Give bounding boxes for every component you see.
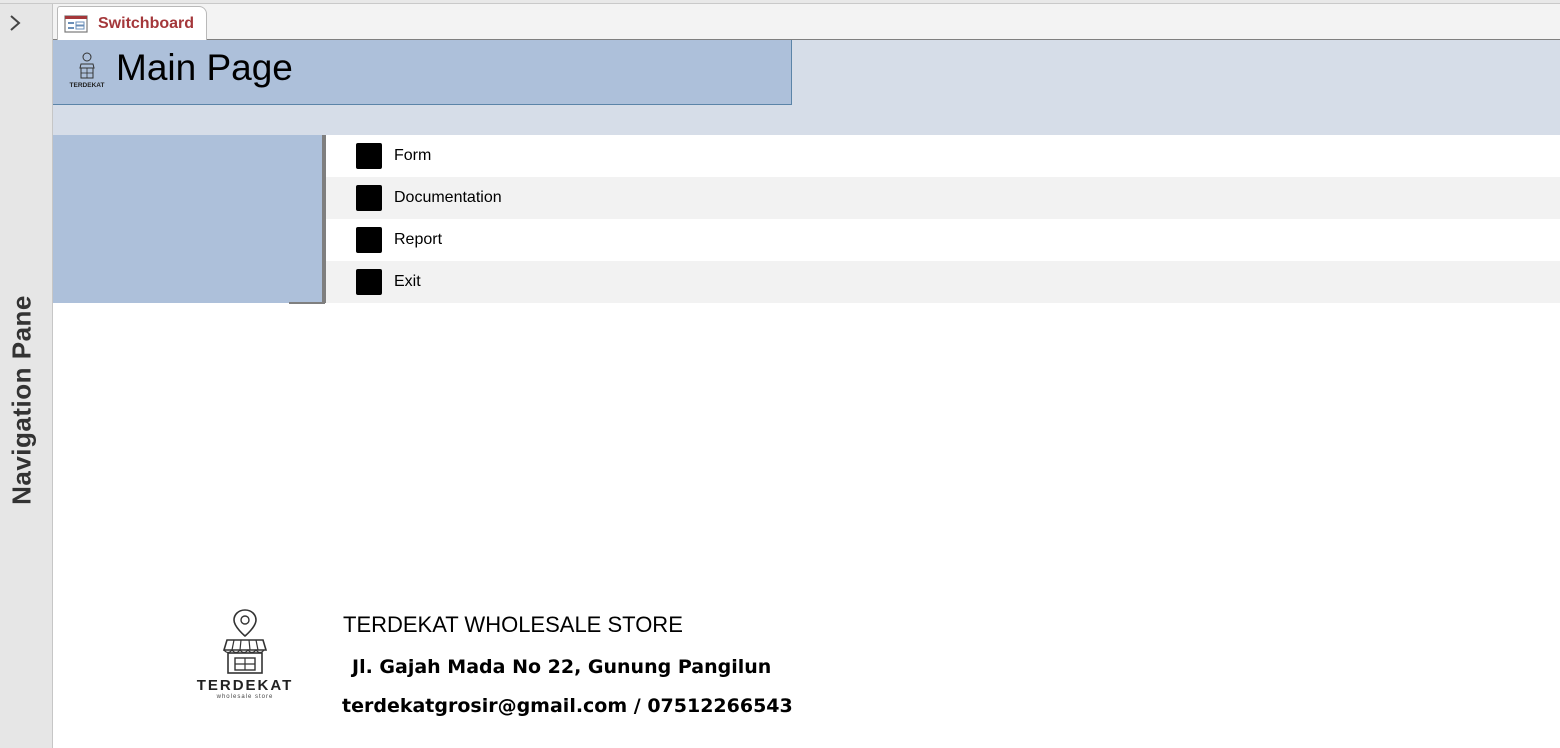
store-contact: terdekatgrosir@gmail.com / 07512266543 [342, 695, 793, 717]
menu-item-label[interactable]: Report [394, 231, 442, 249]
menu-item-label[interactable]: Exit [394, 273, 421, 291]
store-address: Jl. Gajah Mada No 22, Gunung Pangilun [352, 656, 772, 678]
tab-switchboard[interactable]: Switchboard [57, 6, 207, 41]
menu-item-documentation-button[interactable] [356, 185, 382, 211]
form-header: TERDEKAT Main Page [53, 40, 1560, 135]
menu-item-exit-button[interactable] [356, 269, 382, 295]
menu-item-form-button[interactable] [356, 143, 382, 169]
store-name: TERDEKAT WHOLESALE STORE [343, 612, 683, 637]
menu-item-form[interactable]: Form [326, 135, 1560, 177]
header-logo-text: TERDEKAT [70, 82, 105, 89]
tab-label: Switchboard [98, 15, 195, 32]
menu-item-label[interactable]: Form [394, 147, 431, 165]
document-tab-strip: Switchboard [53, 4, 1560, 41]
menu-item-documentation[interactable]: Documentation [326, 177, 1560, 219]
page-title: Main Page [116, 47, 293, 88]
menu-item-report-button[interactable] [356, 227, 382, 253]
form-icon [64, 15, 88, 33]
footer-logo-name: TERDEKAT [197, 677, 294, 694]
footer-logo-tagline: wholesale store [216, 694, 274, 700]
navigation-pane-label[interactable]: Navigation Pane [7, 295, 38, 505]
chevron-right-icon[interactable] [4, 12, 26, 34]
title-box: TERDEKAT Main Page [53, 40, 792, 105]
navigation-pane[interactable]: Navigation Pane [0, 4, 53, 748]
store-footer-logo-icon: TERDEKAT wholesale store [197, 609, 294, 700]
store-logo-icon: TERDEKAT [70, 52, 105, 89]
menu-side-panel [53, 135, 325, 303]
menu-item-exit[interactable]: Exit [326, 261, 1560, 303]
menu-item-report[interactable]: Report [326, 219, 1560, 261]
menu-item-label[interactable]: Documentation [394, 189, 502, 207]
switchboard-menu: Form Documentation Report Exit [326, 135, 1560, 303]
menu-baseline [289, 302, 325, 304]
